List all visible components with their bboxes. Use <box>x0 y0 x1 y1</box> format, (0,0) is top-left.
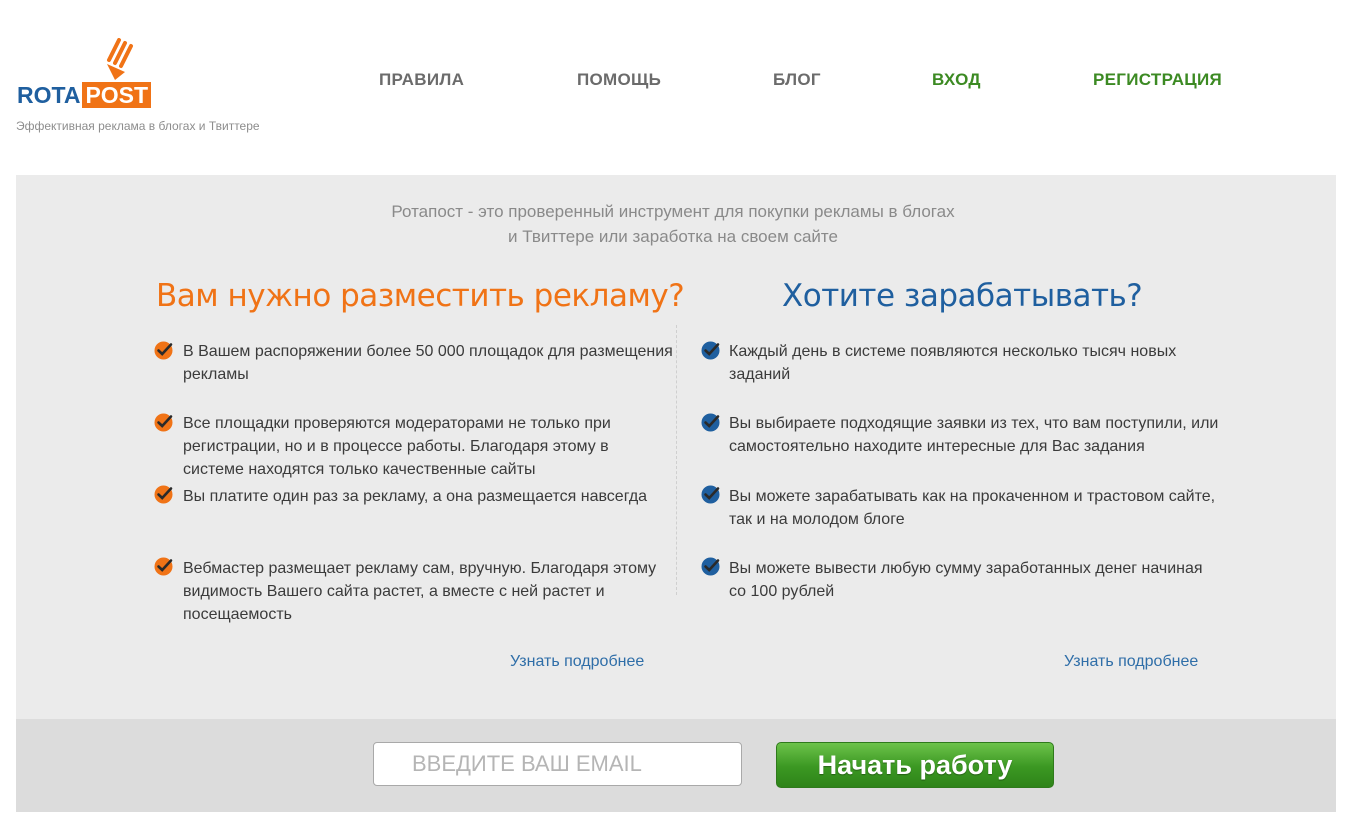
publisher-item-2: Вы выбираете подходящие заявки из тех, ч… <box>729 415 1219 455</box>
orange-check-icon <box>154 341 173 360</box>
main-nav: ПРАВИЛА ПОМОЩЬ БЛОГ ВХОД РЕГИСТРАЦИЯ <box>0 69 1356 93</box>
email-input[interactable] <box>373 742 742 786</box>
orange-check-icon <box>154 485 173 504</box>
nav-blog[interactable]: БЛОГ <box>773 69 821 91</box>
orange-check-icon <box>154 413 173 432</box>
blue-check-icon <box>701 341 720 360</box>
nav-register[interactable]: РЕГИСТРАЦИЯ <box>1093 69 1222 91</box>
column-divider <box>676 325 677 595</box>
advertiser-title: Вам нужно разместить рекламу? <box>156 278 685 314</box>
nav-help[interactable]: ПОМОЩЬ <box>577 69 661 91</box>
publisher-item-4: Вы можете вывести любую сумму заработанн… <box>729 560 1203 600</box>
intro-line-1: Ротапост - это проверенный инструмент дл… <box>391 202 955 221</box>
blue-check-icon <box>701 413 720 432</box>
publisher-more-link[interactable]: Узнать подробнее <box>1064 653 1198 671</box>
publisher-item-3: Вы можете зарабатывать как на прокаченно… <box>729 488 1216 528</box>
info-panel: Ротапост - это проверенный инструмент дл… <box>16 175 1336 719</box>
start-button[interactable]: Начать работу <box>776 742 1054 788</box>
nav-login[interactable]: ВХОД <box>932 69 981 91</box>
orange-check-icon <box>154 557 173 576</box>
intro-line-2: и Твиттере или заработка на своем сайте <box>508 227 838 246</box>
nav-rules[interactable]: ПРАВИЛА <box>379 69 464 91</box>
advertiser-item-3: Вы платите один раз за рекламу, а она ра… <box>183 488 648 505</box>
advertiser-item-1: В Вашем распоряжении более 50 000 площад… <box>183 343 673 383</box>
publisher-title: Хотите зарабатывать? <box>782 278 1143 314</box>
tagline: Эффективная реклама в блогах и Твиттере <box>16 119 260 133</box>
advertiser-more-link[interactable]: Узнать подробнее <box>510 653 644 671</box>
advertiser-item-2: Все площадки проверяются модераторами не… <box>183 415 611 478</box>
blue-check-icon <box>701 485 720 504</box>
advertiser-item-4: Вебмастер размещает рекламу сам, вручную… <box>183 560 657 623</box>
signup-bar: Начать работу <box>16 719 1336 812</box>
blue-check-icon <box>701 557 720 576</box>
intro-text: Ротапост - это проверенный инструмент дл… <box>0 199 1346 249</box>
publisher-item-1: Каждый день в системе появляются несколь… <box>729 343 1177 383</box>
